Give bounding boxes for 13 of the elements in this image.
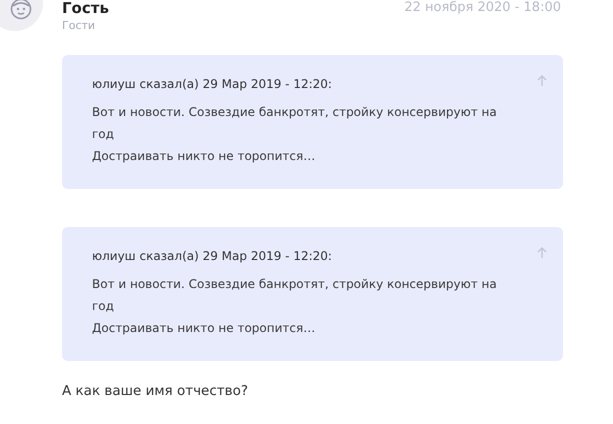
face-icon [10,0,32,20]
quote-text: Достраивать никто не торопится… [92,320,316,337]
arrow-up-icon[interactable] [537,75,547,87]
message-text: А как ваше имя отчество? [62,383,250,399]
quote-text: Вот и новости. Созвездие банкротят, стройку консервируют на год [92,276,498,315]
author-group: Гости [62,18,109,34]
quote-text: Вот и новости. Созвездие банкротят, стройку консервируют на год [92,104,498,143]
author-name[interactable]: Гость [62,0,109,18]
quote-text: Достраивать никто не торопится… [92,148,316,165]
quote-header: юлиуш сказал(а) 29 Мар 2019 - 12:20: [92,76,332,93]
quote-header: юлиуш сказал(а) 29 Мар 2019 - 12:20: [92,248,332,265]
post-date: 22 ноября 2020 - 18:00 [404,0,561,15]
arrow-up-icon[interactable] [537,247,547,259]
